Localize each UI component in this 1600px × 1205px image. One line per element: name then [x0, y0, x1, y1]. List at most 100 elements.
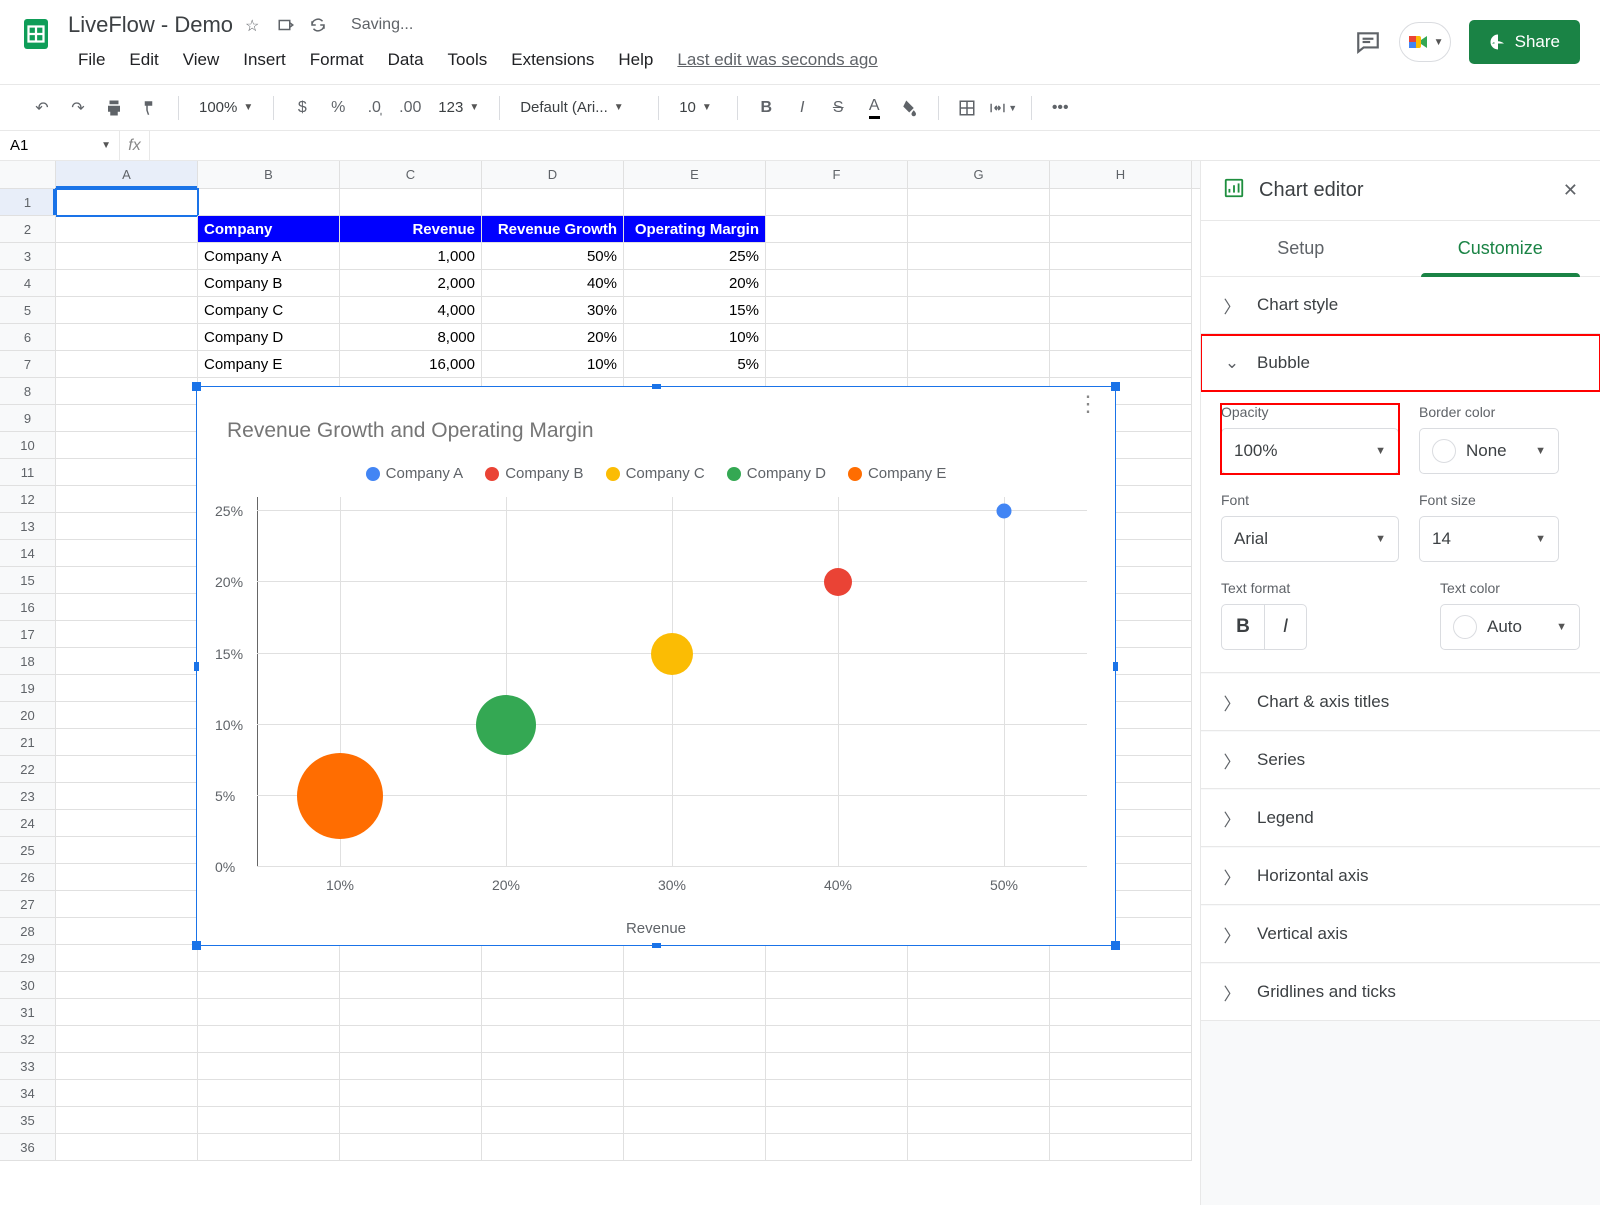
opacity-dropdown[interactable]: 100%▼ [1221, 428, 1399, 474]
cell[interactable] [56, 378, 198, 405]
row-header[interactable]: 29 [0, 945, 56, 972]
cell[interactable]: 10% [624, 324, 766, 351]
cell[interactable] [56, 999, 198, 1026]
cell[interactable] [340, 999, 482, 1026]
section-horizontal-axis[interactable]: 〉Horizontal axis [1201, 848, 1600, 904]
text-color-button[interactable]: A [860, 94, 888, 122]
cell[interactable] [56, 864, 198, 891]
cell[interactable] [766, 324, 908, 351]
border-color-dropdown[interactable]: None▼ [1419, 428, 1559, 474]
cell[interactable] [766, 1080, 908, 1107]
cell[interactable] [56, 351, 198, 378]
cell[interactable] [482, 1053, 624, 1080]
cell[interactable] [340, 1053, 482, 1080]
tab-customize[interactable]: Customize [1401, 221, 1600, 276]
share-button[interactable]: Share [1469, 20, 1580, 64]
font-size-dropdown[interactable]: 10▼ [673, 99, 723, 116]
cell[interactable] [56, 1107, 198, 1134]
cell[interactable] [56, 945, 198, 972]
cell[interactable]: 20% [482, 324, 624, 351]
cell[interactable] [56, 1080, 198, 1107]
paint-format-button[interactable] [136, 94, 164, 122]
cell[interactable] [624, 1026, 766, 1053]
cell[interactable] [56, 486, 198, 513]
cell[interactable] [766, 189, 908, 216]
text-color-dropdown[interactable]: Auto▼ [1440, 604, 1580, 650]
row-header[interactable]: 24 [0, 810, 56, 837]
section-series[interactable]: 〉Series [1201, 732, 1600, 788]
row-header[interactable]: 30 [0, 972, 56, 999]
menu-extensions[interactable]: Extensions [501, 46, 604, 74]
menu-tools[interactable]: Tools [438, 46, 498, 74]
row-header[interactable]: 13 [0, 513, 56, 540]
chart-menu-button[interactable]: ⋮ [1077, 401, 1097, 407]
cell[interactable]: 20% [624, 270, 766, 297]
name-box[interactable]: A1▼ [0, 131, 120, 160]
meet-button[interactable]: ▼ [1399, 22, 1451, 62]
cell[interactable] [908, 189, 1050, 216]
cell[interactable] [624, 1107, 766, 1134]
row-header[interactable]: 21 [0, 729, 56, 756]
more-button[interactable]: ••• [1046, 94, 1074, 122]
cell[interactable] [340, 1026, 482, 1053]
row-header[interactable]: 26 [0, 864, 56, 891]
cell[interactable] [56, 810, 198, 837]
row-header[interactable]: 31 [0, 999, 56, 1026]
row-header[interactable]: 20 [0, 702, 56, 729]
cell[interactable] [56, 189, 198, 216]
menu-data[interactable]: Data [378, 46, 434, 74]
redo-button[interactable]: ↷ [64, 94, 92, 122]
row-header[interactable]: 35 [0, 1107, 56, 1134]
undo-button[interactable]: ↶ [28, 94, 56, 122]
cell[interactable] [908, 972, 1050, 999]
percent-button[interactable]: % [324, 94, 352, 122]
cell[interactable]: 25% [624, 243, 766, 270]
row-header[interactable]: 16 [0, 594, 56, 621]
sheet-area[interactable]: ABCDEFGH 12CompanyRevenueRevenue GrowthO… [0, 161, 1200, 1205]
cell[interactable] [56, 513, 198, 540]
row-header[interactable]: 22 [0, 756, 56, 783]
cell[interactable] [1050, 945, 1192, 972]
cell[interactable]: 15% [624, 297, 766, 324]
cell[interactable] [56, 756, 198, 783]
cell[interactable] [1050, 270, 1192, 297]
cell[interactable] [766, 270, 908, 297]
cell[interactable] [482, 1080, 624, 1107]
sheets-logo[interactable] [12, 10, 60, 58]
cell[interactable]: 50% [482, 243, 624, 270]
row-header[interactable]: 18 [0, 648, 56, 675]
comments-icon[interactable] [1355, 29, 1381, 55]
cell[interactable]: 16,000 [340, 351, 482, 378]
borders-button[interactable] [953, 94, 981, 122]
cell[interactable] [56, 432, 198, 459]
cell[interactable] [766, 1053, 908, 1080]
cell[interactable] [624, 1053, 766, 1080]
col-header-F[interactable]: F [766, 161, 908, 188]
cell[interactable] [908, 324, 1050, 351]
merge-button[interactable]: ▼ [989, 94, 1017, 122]
font-dropdown-bubble[interactable]: Arial▼ [1221, 516, 1399, 562]
cell[interactable] [1050, 1134, 1192, 1161]
currency-button[interactable]: $ [288, 94, 316, 122]
cell[interactable] [1050, 216, 1192, 243]
cell[interactable] [482, 972, 624, 999]
decrease-decimal-button[interactable]: .0̩ [360, 94, 388, 122]
cell[interactable] [56, 648, 198, 675]
cell[interactable] [908, 945, 1050, 972]
cell[interactable] [766, 243, 908, 270]
cell[interactable] [56, 837, 198, 864]
cell[interactable] [56, 540, 198, 567]
menu-edit[interactable]: Edit [119, 46, 168, 74]
cell[interactable]: Operating Margin [624, 216, 766, 243]
cell[interactable] [766, 351, 908, 378]
cell[interactable]: 8,000 [340, 324, 482, 351]
cell[interactable] [1050, 351, 1192, 378]
row-header[interactable]: 36 [0, 1134, 56, 1161]
cell[interactable] [908, 270, 1050, 297]
cell[interactable]: 10% [482, 351, 624, 378]
cell[interactable] [56, 324, 198, 351]
menu-file[interactable]: File [68, 46, 115, 74]
cell[interactable] [1050, 999, 1192, 1026]
row-header[interactable]: 9 [0, 405, 56, 432]
cell[interactable]: Revenue Growth [482, 216, 624, 243]
